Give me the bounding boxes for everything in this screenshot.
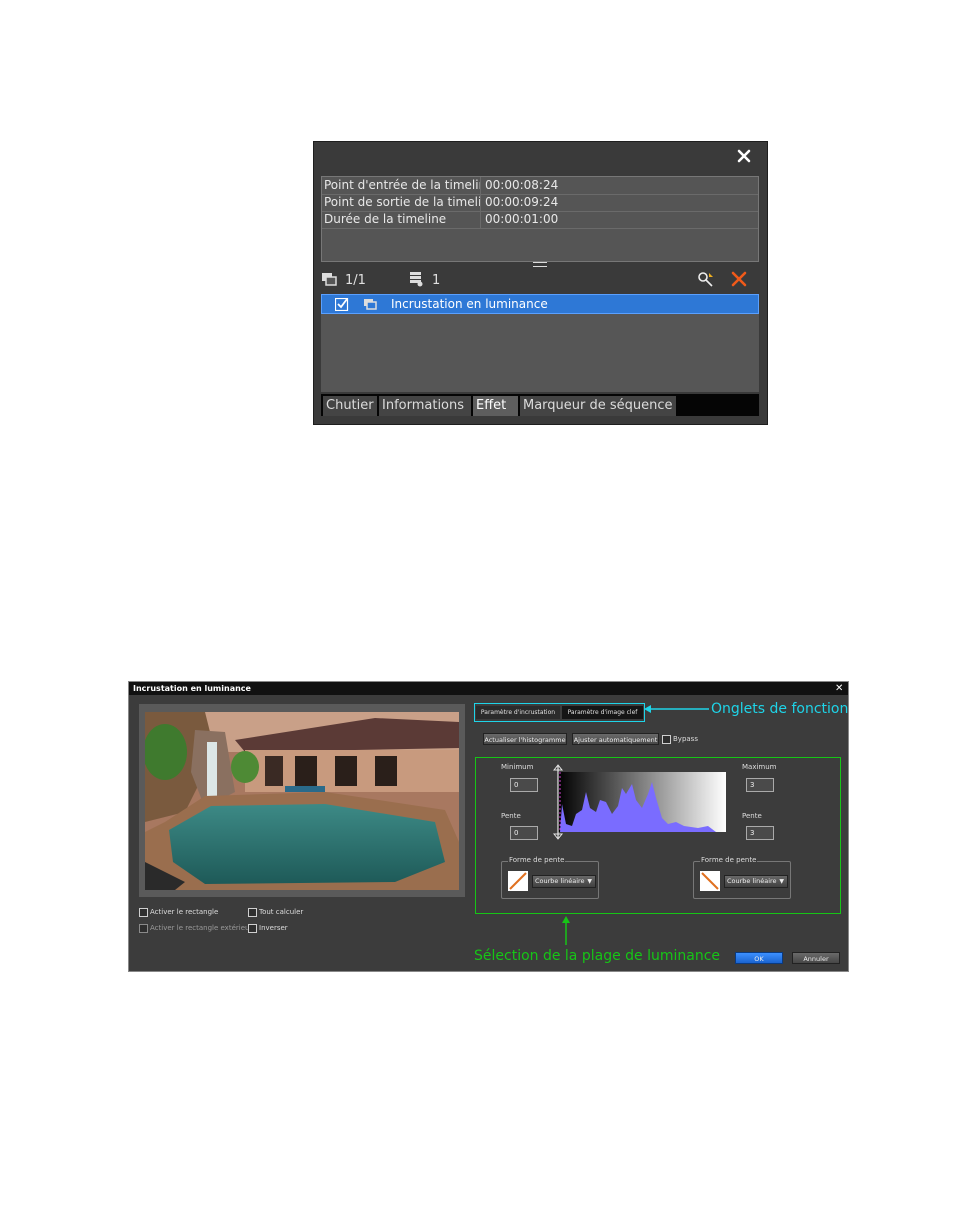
enable-rect-label: Activer le rectangle: [150, 908, 219, 916]
linear-curve-icon: [700, 871, 720, 891]
close-icon[interactable]: [735, 147, 753, 165]
effect-settings-icon[interactable]: [697, 271, 715, 287]
info-row: Durée de la timeline 00:00:01:00: [322, 211, 758, 229]
enable-outer-rect-checkbox[interactable]: [139, 924, 148, 933]
luminance-histogram[interactable]: [548, 764, 726, 840]
panel-tabs: Chutier Informations Effet Marqueur de s…: [321, 394, 759, 416]
info-label: Point d'entrée de la timeline: [324, 177, 481, 194]
callout-arrow-up-icon: [562, 916, 570, 945]
update-histogram-button[interactable]: Actualiser l'histogramme: [483, 733, 567, 745]
info-label: Durée de la timeline: [324, 211, 481, 228]
dialog-titlebar: Incrustation en luminance ✕: [129, 682, 848, 695]
dialog-title: Incrustation en luminance: [133, 684, 251, 693]
slope-shape-left-value: Courbe linéaire: [535, 877, 585, 885]
invert-label: Inverser: [259, 924, 288, 932]
checkbox-checked-icon[interactable]: [335, 298, 349, 311]
slope-right-label: Pente: [742, 812, 762, 820]
linear-curve-icon: [508, 871, 528, 891]
tab-marqueur-de-sequence[interactable]: Marqueur de séquence: [520, 396, 676, 416]
minimum-input[interactable]: 0: [510, 778, 538, 792]
slope-shape-right-value: Courbe linéaire: [727, 877, 777, 885]
clip-stack-icon: [322, 273, 337, 286]
info-value: 00:00:08:24: [485, 178, 559, 192]
auto-adjust-button[interactable]: Ajuster automatiquement: [572, 733, 659, 745]
ok-button[interactable]: OK: [735, 952, 783, 964]
slope-left-input[interactable]: 0: [510, 826, 538, 840]
tab-effet[interactable]: Effet: [473, 396, 518, 416]
invert-checkbox[interactable]: [248, 924, 257, 933]
cancel-button[interactable]: Annuler: [792, 952, 840, 964]
slope-shape-right-label: Forme de pente: [700, 856, 758, 864]
bypass-checkbox[interactable]: [662, 735, 671, 744]
compute-all-checkbox[interactable]: [248, 908, 257, 917]
effect-list-item[interactable]: Incrustation en luminance: [321, 294, 759, 314]
compute-all-label: Tout calculer: [259, 908, 304, 916]
tab-chutier[interactable]: Chutier: [323, 396, 377, 416]
clip-count: 1/1: [345, 273, 366, 288]
luminance-key-dialog: Incrustation en luminance ✕ Activer le r…: [128, 681, 849, 972]
effect-list: Incrustation en luminance: [321, 294, 759, 392]
slope-right-input[interactable]: 3: [746, 826, 774, 840]
info-label: Point de sortie de la timeline: [324, 194, 481, 211]
slope-shape-left-group: Forme de pente Courbe linéaire ▼: [501, 856, 599, 899]
chevron-down-icon: ▼: [779, 878, 784, 885]
callout-arrow-left-icon: [644, 705, 709, 713]
preview-panel: [139, 704, 465, 897]
info-value: 00:00:01:00: [485, 212, 559, 226]
effect-toolbar: 1/1 1: [321, 266, 759, 294]
video-layer-icon: [364, 299, 377, 310]
chevron-down-icon: ▼: [587, 878, 592, 885]
slope-shape-right-select[interactable]: Courbe linéaire ▼: [724, 875, 788, 888]
maximum-input[interactable]: 3: [746, 778, 774, 792]
info-panel: Point d'entrée de la timeline 00:00:08:2…: [313, 141, 768, 425]
info-row: Point d'entrée de la timeline 00:00:08:2…: [322, 177, 758, 195]
effect-name: Incrustation en luminance: [391, 297, 548, 311]
preview-image: [145, 712, 459, 890]
tab-keying-parameters[interactable]: Paramètre d'incrustation: [476, 706, 560, 719]
delete-icon[interactable]: [731, 271, 747, 287]
enable-rect-checkbox[interactable]: [139, 908, 148, 917]
slope-shape-left-label: Forme de pente: [508, 856, 566, 864]
maximum-label: Maximum: [742, 763, 777, 771]
bypass-label: Bypass: [673, 735, 698, 743]
info-value: 00:00:09:24: [485, 195, 559, 209]
layer-count: 1: [432, 273, 441, 288]
layer-icon: [410, 272, 423, 287]
close-icon[interactable]: ✕: [835, 682, 843, 695]
tab-keyframe-parameters[interactable]: Paramètre d'image clef: [562, 706, 643, 719]
function-tabs-callout: Onglets de fonction: [711, 701, 849, 717]
slope-shape-left-select[interactable]: Courbe linéaire ▼: [532, 875, 596, 888]
luminance-range-region: Minimum 0 Pente 0 Maximum 3 Pente 3 Form…: [475, 757, 841, 914]
slope-shape-right-group: Forme de pente Courbe linéaire ▼: [693, 856, 791, 899]
luminance-range-callout: Sélection de la plage de luminance: [474, 948, 721, 964]
tab-informations[interactable]: Informations: [379, 396, 471, 416]
minimum-label: Minimum: [501, 763, 534, 771]
enable-outer-rect-label: Activer le rectangle extérieur: [150, 924, 253, 932]
slope-left-label: Pente: [501, 812, 521, 820]
info-table: Point d'entrée de la timeline 00:00:08:2…: [321, 176, 759, 262]
info-row: Point de sortie de la timeline 00:00:09:…: [322, 194, 758, 212]
